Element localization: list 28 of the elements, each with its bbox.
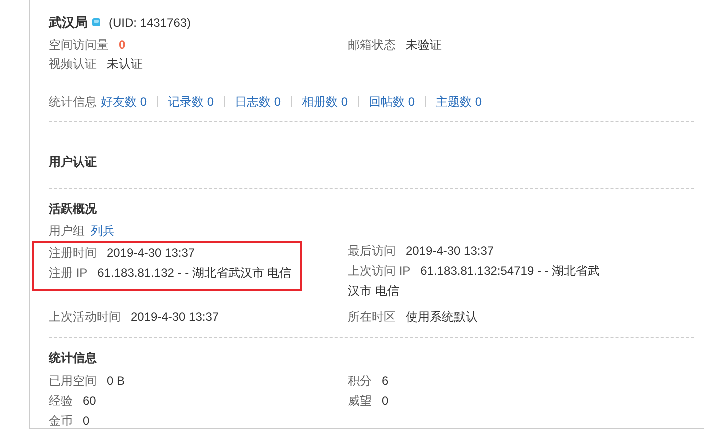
info-field: 威望 0 bbox=[348, 390, 389, 410]
stats-label: 统计信息 bbox=[49, 94, 97, 110]
info-field: 空间访问量 0 bbox=[49, 36, 348, 54]
info-field: 上次访问 IP 61.183.81.132:54719 - - 湖北省武汉市 电信 bbox=[348, 260, 610, 300]
info-field: 积分 6 bbox=[348, 370, 389, 390]
user-id: (UID: 1431763) bbox=[109, 14, 192, 32]
info-field: 金币 0 bbox=[49, 410, 348, 430]
section-heading: 活跃概况 bbox=[49, 200, 98, 218]
info-field: 注册 IP 61.183.81.132 - - 湖北省武汉市 电信 bbox=[49, 262, 292, 282]
info-field: 已用空间 0 B bbox=[49, 370, 348, 390]
info-field: 最后访问 2019-4-30 13:37 bbox=[348, 240, 610, 260]
user-name: 武汉局 bbox=[49, 14, 88, 32]
info-field: 经验 60 bbox=[49, 390, 348, 410]
stats-link[interactable]: 日志数 0 bbox=[235, 92, 282, 110]
section-heading: 统计信息 bbox=[49, 350, 98, 366]
info-field: 用户组 列兵 bbox=[49, 220, 694, 240]
stats-link[interactable]: 记录数 0 bbox=[168, 92, 214, 110]
info-field: 注册时间 2019-4-30 13:37 bbox=[49, 242, 292, 262]
info-field: 所在时区 使用系统默认 bbox=[348, 306, 610, 326]
status-icon bbox=[92, 18, 101, 28]
info-field: 视频认证 未认证 bbox=[49, 54, 348, 74]
stats-link[interactable]: 好友数 0 bbox=[101, 92, 148, 110]
stats-link[interactable]: 回帖数 0 bbox=[369, 92, 416, 110]
info-field: 邮箱状态 未验证 bbox=[348, 36, 442, 54]
section-heading: 用户认证 bbox=[49, 154, 98, 170]
stats-link[interactable]: 相册数 0 bbox=[302, 92, 348, 110]
stats-link[interactable]: 主题数 0 bbox=[436, 92, 482, 110]
info-field: 上次活动时间 2019-4-30 13:37 bbox=[49, 306, 220, 326]
